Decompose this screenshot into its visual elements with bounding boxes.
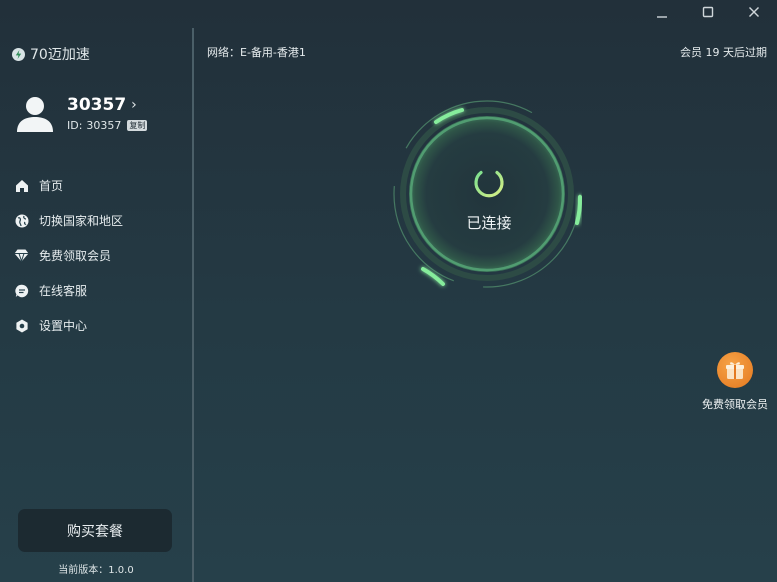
diamond-icon [14, 248, 29, 263]
sidebar-item-label: 免费领取会员 [39, 249, 112, 263]
promo-label: 免费领取会员 [702, 398, 768, 411]
settings-icon [14, 318, 29, 333]
sidebar-item-label: 切换国家和地区 [39, 214, 124, 228]
minimize-icon [657, 16, 667, 18]
chat-icon [14, 283, 29, 298]
membership-expiry: 会员 19 天后过期 [680, 46, 767, 59]
brand: 70迈加速 [12, 44, 90, 64]
gift-icon [717, 352, 753, 388]
avatar-icon [17, 97, 53, 132]
close-icon [749, 7, 759, 17]
sidebar-item-label: 首页 [39, 179, 64, 193]
connection-status: 已连接 [466, 213, 512, 232]
buy-plan-button[interactable]: 购买套餐 [18, 509, 172, 552]
bolt-icon [12, 47, 25, 61]
network-label: 网络：E-备用-香港1 [207, 46, 306, 59]
close-button[interactable] [731, 0, 777, 24]
profile-name-row: 30357 › [67, 95, 147, 115]
brand-name: 70迈加速 [30, 47, 90, 63]
sidebar-item-support[interactable]: 在线客服 [0, 273, 192, 308]
profile-info: 30357 › ID: 30357 复制 [67, 95, 148, 133]
profile-name: 30357 [67, 95, 127, 115]
maximize-icon [702, 6, 714, 18]
copy-id-button[interactable]: 复制 [127, 120, 148, 131]
home-icon [14, 178, 29, 193]
profile-id: 30357 [86, 119, 122, 132]
sidebar-item-label: 在线客服 [39, 284, 88, 298]
profile-id-row: ID: 30357 复制 [67, 119, 148, 132]
sidebar-nav: 首页 切换国家和地区 免费领取会员 在线客服 设置中心 [0, 168, 192, 343]
chevron-right-icon[interactable]: › [131, 97, 137, 113]
sidebar-item-free-membership[interactable]: 免费领取会员 [0, 238, 192, 273]
sidebar-item-switch-region[interactable]: 切换国家和地区 [0, 203, 192, 238]
window-controls [639, 0, 777, 24]
connection-widget: 已连接 [390, 97, 590, 297]
sidebar-divider [192, 28, 194, 582]
sidebar-item-settings[interactable]: 设置中心 [0, 308, 192, 343]
sidebar-item-home[interactable]: 首页 [0, 168, 192, 203]
connect-toggle-button[interactable]: 已连接 [414, 121, 564, 271]
minimize-button[interactable] [639, 0, 685, 24]
version-label: 当前版本：1.0.0 [58, 565, 134, 576]
profile-id-label: ID: [67, 119, 83, 132]
globe-icon [14, 213, 29, 228]
free-membership-promo[interactable]: 免费领取会员 [694, 352, 776, 412]
user-profile[interactable]: 30357 › ID: 30357 复制 [16, 95, 148, 133]
maximize-button[interactable] [685, 0, 731, 24]
power-icon [474, 164, 504, 197]
sidebar-item-label: 设置中心 [39, 319, 88, 333]
sidebar: 70迈加速 30357 › ID: 30357 复制 首页 切换国家和地区 免费… [0, 0, 192, 582]
